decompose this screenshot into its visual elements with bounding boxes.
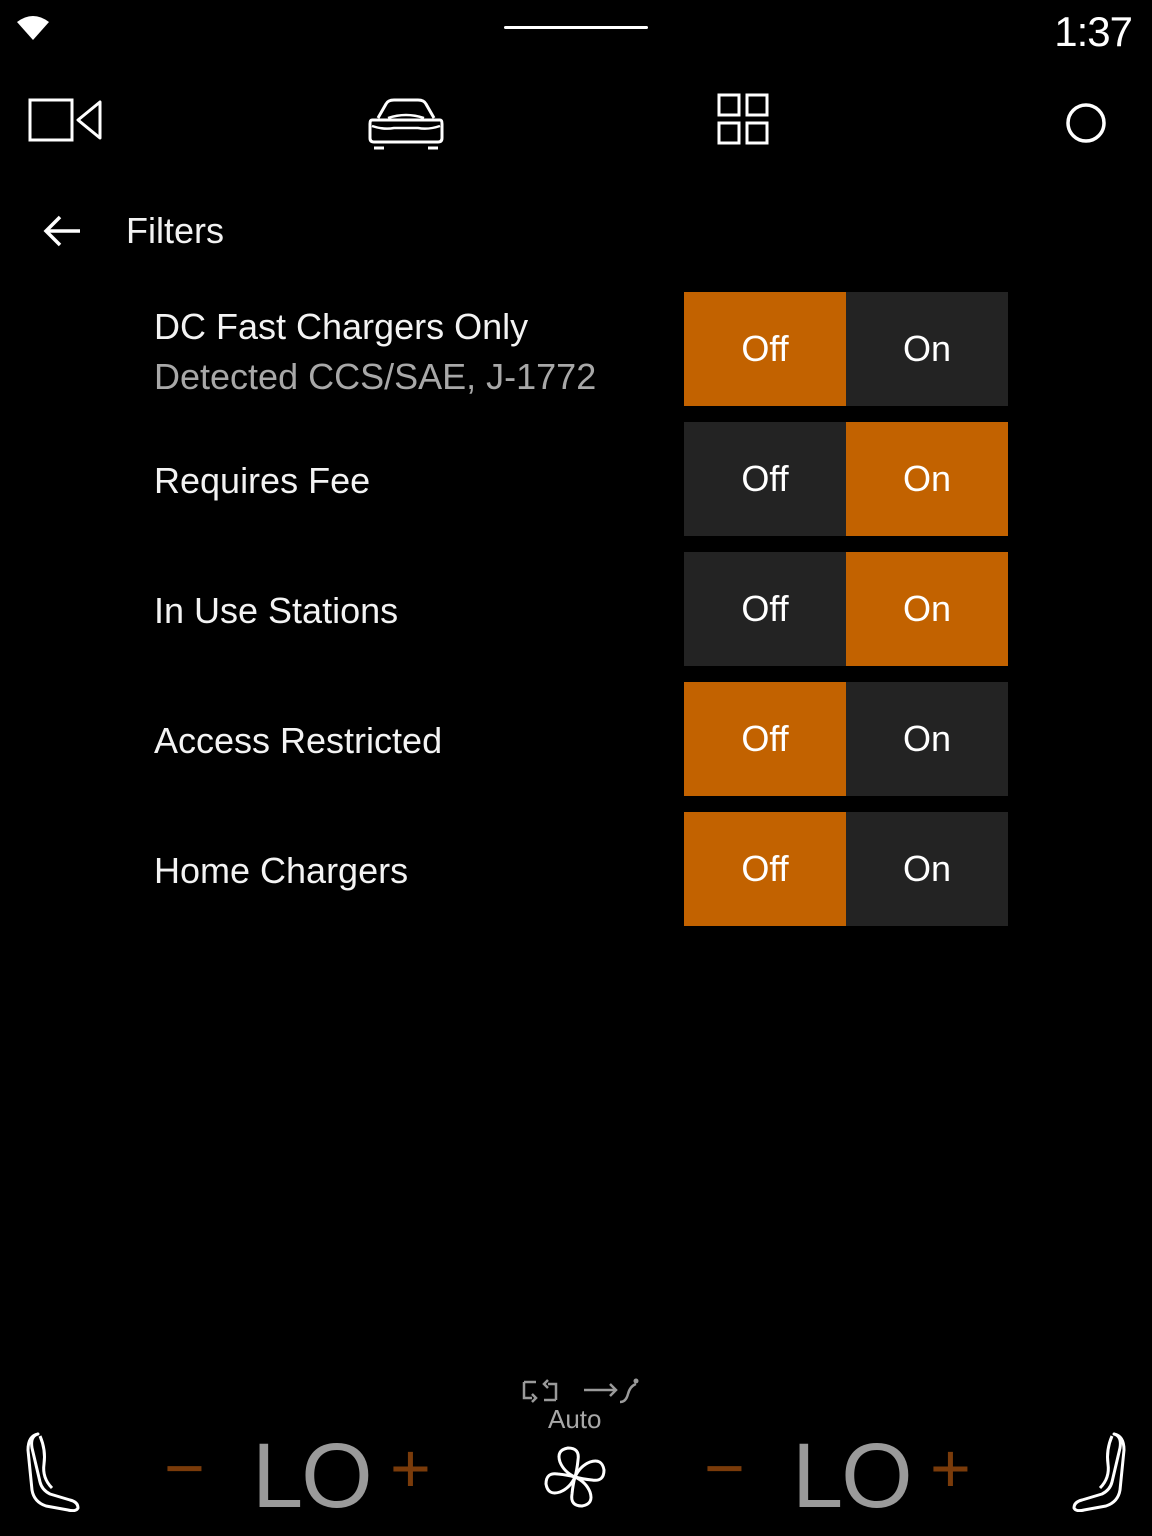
- filter-label: Access Restricted: [154, 720, 443, 761]
- temp-decrease-left-button[interactable]: −: [164, 1428, 205, 1508]
- apps-grid-icon[interactable]: [716, 90, 772, 154]
- filter-row-dc-fast: DC Fast Chargers Only Detected CCS/SAE, …: [0, 292, 1152, 406]
- toggle-on-button[interactable]: On: [846, 422, 1008, 536]
- toggle-on-button[interactable]: On: [846, 292, 1008, 406]
- filter-label: DC Fast Chargers Only: [154, 306, 529, 347]
- toggle-on-button[interactable]: On: [846, 552, 1008, 666]
- filter-label: In Use Stations: [154, 590, 399, 631]
- climate-auto-label: Auto: [548, 1404, 602, 1434]
- home-circle-icon[interactable]: [1062, 90, 1110, 154]
- toggle-off-button[interactable]: Off: [684, 552, 846, 666]
- temp-left-value[interactable]: LO: [252, 1424, 373, 1529]
- toggle-in-use: Off On: [684, 552, 1008, 666]
- toggle-home-chargers: Off On: [684, 812, 1008, 926]
- airflow-icon[interactable]: [582, 1376, 640, 1406]
- status-handle[interactable]: [504, 26, 648, 29]
- filter-row-in-use: In Use Stations Off On: [0, 552, 1152, 666]
- toggle-off-button[interactable]: Off: [684, 292, 846, 406]
- filter-label: Requires Fee: [154, 460, 371, 501]
- temp-decrease-right-button[interactable]: −: [704, 1428, 745, 1508]
- temp-right-value[interactable]: LO: [792, 1424, 913, 1529]
- filter-row-requires-fee: Requires Fee Off On: [0, 422, 1152, 536]
- toggle-on-button[interactable]: On: [846, 812, 1008, 926]
- filter-row-home-chargers: Home Chargers Off On: [0, 812, 1152, 926]
- filter-sublabel: Detected CCS/SAE, J-1772: [154, 356, 597, 397]
- clock: 1:37: [1054, 8, 1133, 55]
- back-arrow-icon[interactable]: [40, 210, 86, 252]
- toggle-off-button[interactable]: Off: [684, 812, 846, 926]
- toggle-off-button[interactable]: Off: [684, 682, 846, 796]
- toggle-on-button[interactable]: On: [846, 682, 1008, 796]
- toggle-requires-fee: Off On: [684, 422, 1008, 536]
- fan-icon[interactable]: [542, 1444, 608, 1510]
- temp-increase-right-button[interactable]: +: [930, 1428, 971, 1508]
- page-title: Filters: [126, 210, 224, 251]
- filter-row-access-restricted: Access Restricted Off On: [0, 682, 1152, 796]
- seat-heater-left-icon[interactable]: [26, 1430, 84, 1512]
- recirculation-icon[interactable]: [520, 1376, 560, 1406]
- car-icon[interactable]: [366, 90, 446, 154]
- temp-increase-left-button[interactable]: +: [390, 1428, 431, 1508]
- toggle-access-restricted: Off On: [684, 682, 1008, 796]
- toggle-off-button[interactable]: Off: [684, 422, 846, 536]
- wifi-icon: [17, 16, 49, 40]
- seat-heater-right-icon[interactable]: [1068, 1430, 1126, 1512]
- camera-icon[interactable]: [28, 90, 104, 154]
- toggle-dc-fast: Off On: [684, 292, 1008, 406]
- filter-label: Home Chargers: [154, 850, 409, 891]
